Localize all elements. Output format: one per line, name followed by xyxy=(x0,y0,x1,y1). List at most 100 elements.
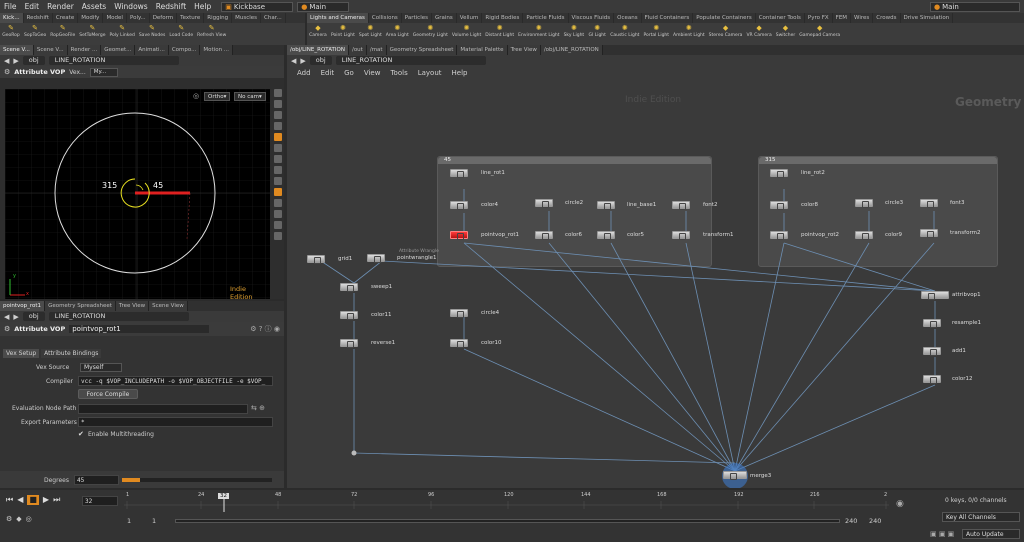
display-option-icon[interactable] xyxy=(274,199,282,207)
node-color8[interactable] xyxy=(770,201,788,210)
status-icons[interactable]: ▣ ▣ ▣ xyxy=(930,530,954,538)
viewport-tab[interactable]: Scene V... xyxy=(33,45,68,55)
key-all-channels-dropdown[interactable]: Key All Channels xyxy=(942,512,1020,522)
parameter-tab[interactable]: pointvop_rot1 xyxy=(0,301,46,311)
node-color11[interactable] xyxy=(340,311,358,320)
multithreading-checkbox[interactable]: ✔ xyxy=(78,430,84,438)
node-pointvop-rot1[interactable] xyxy=(450,231,468,240)
shelf-tab[interactable]: Drive Simulation xyxy=(901,13,954,23)
node-chooser-icon[interactable]: ⇆ ⊕ xyxy=(251,404,265,412)
display-option-icon[interactable] xyxy=(274,111,282,119)
vex-source-dropdown[interactable]: Myself xyxy=(80,363,122,372)
shelf-tab[interactable]: Create xyxy=(53,13,79,23)
forward-arrow-icon[interactable]: ▶ xyxy=(13,57,18,65)
timeline-frame-marker[interactable]: 32 xyxy=(218,493,229,499)
shelf-tab[interactable]: Grains xyxy=(432,13,457,23)
auto-update-dropdown[interactable]: Auto Update xyxy=(962,529,1020,539)
path-obj[interactable]: obj xyxy=(22,312,45,321)
node-reverse1[interactable] xyxy=(340,339,358,348)
shelf-tab[interactable]: Collisions xyxy=(369,13,402,23)
view-dropdown[interactable]: Ortho ▾ xyxy=(204,92,230,101)
network-menu-view[interactable]: View xyxy=(364,69,381,77)
node-pointwrangle1[interactable] xyxy=(367,254,385,263)
display-option-icon[interactable] xyxy=(274,210,282,218)
camera-dropdown[interactable]: No cam ▾ xyxy=(234,92,266,101)
node-font3[interactable] xyxy=(920,199,938,208)
node-pointvop-rot2[interactable] xyxy=(770,231,788,240)
range-end-2[interactable]: 240 xyxy=(869,517,881,525)
parameter-tab[interactable]: Tree View xyxy=(115,301,150,311)
desktop-dropdown[interactable]: ▣ Kickbase xyxy=(221,1,294,12)
node-grid1[interactable] xyxy=(307,255,325,264)
path-node[interactable]: LINE_ROTATION xyxy=(48,312,189,321)
forward-arrow-icon[interactable]: ▶ xyxy=(13,313,18,321)
parameter-tab[interactable]: Geometry Spreadsheet xyxy=(45,301,116,311)
shelf-tab[interactable]: Redshift xyxy=(24,13,53,23)
tool-spot-light[interactable]: ✺ Spot Light xyxy=(357,23,384,45)
display-option-icon[interactable] xyxy=(274,166,282,174)
tool-georop[interactable]: ✎ GeoRop xyxy=(0,23,22,45)
display-option-icon[interactable] xyxy=(274,122,282,130)
display-option-icon[interactable] xyxy=(274,144,282,152)
display-option-icon[interactable] xyxy=(274,100,282,108)
node-color4[interactable] xyxy=(450,201,468,210)
node-attribvop1[interactable] xyxy=(921,291,949,300)
node-color10[interactable] xyxy=(450,339,468,348)
node-color9[interactable] xyxy=(855,231,873,240)
tool-stereo-camera[interactable]: ◆ Stereo Camera xyxy=(707,23,745,45)
shelf-tab[interactable]: Container Tools xyxy=(756,13,805,23)
node-transform1[interactable] xyxy=(672,231,690,240)
tool-soptogeo[interactable]: ✎ SopToGeo xyxy=(22,23,48,45)
network-canvas[interactable]: Indie Edition Geometry 45 315 line_rot1 … xyxy=(287,91,1024,488)
shelf-tab[interactable]: Lights and Cameras xyxy=(307,13,369,23)
tool-distant-light[interactable]: ✺ Distant Light xyxy=(483,23,516,45)
shelf-tab[interactable]: Modify xyxy=(78,13,104,23)
tool-ropgeofile[interactable]: ✎ RopGeoFile xyxy=(48,23,77,45)
tool-sky-light[interactable]: ✺ Sky Light xyxy=(562,23,587,45)
range-start-2[interactable]: 1 xyxy=(152,517,156,525)
node-line-base1[interactable] xyxy=(597,201,615,210)
back-arrow-icon[interactable]: ◀ xyxy=(4,57,9,65)
node-resample1[interactable] xyxy=(923,319,941,328)
shelf-tab[interactable]: Muscles xyxy=(232,13,262,23)
shelf-tab[interactable]: Kick... xyxy=(0,13,24,23)
tool-portal-light[interactable]: ✺ Portal Light xyxy=(641,23,671,45)
tool-geometry-light[interactable]: ✺ Geometry Light xyxy=(411,23,450,45)
range-end[interactable]: 240 xyxy=(845,517,857,525)
node-color5[interactable] xyxy=(597,231,615,240)
camera-lock-icon[interactable]: ◎ xyxy=(193,92,199,100)
path-obj[interactable]: obj xyxy=(309,56,332,65)
context-dropdown[interactable]: ● Main xyxy=(297,1,350,12)
tool-settomerge[interactable]: ✎ SetToMerge xyxy=(77,23,107,45)
network-tab[interactable]: /obj/LINE_ROTATION xyxy=(287,45,349,55)
realtime-icon[interactable]: ⚙ xyxy=(6,515,12,523)
keyframe-icon[interactable]: ◆ xyxy=(16,515,21,523)
tool-poly-linked[interactable]: ✎ Poly Linked xyxy=(107,23,136,45)
viewport-canvas[interactable]: 315 45 Indie Edition y x ◎ Ortho ▾ No cam… xyxy=(5,89,270,301)
tool-gamepad-camera[interactable]: ◆ Gamepad Camera xyxy=(797,23,842,45)
shelf-tab[interactable]: Populate Containers xyxy=(693,13,756,23)
shelf-tab[interactable]: Model xyxy=(103,13,127,23)
shelf-tab[interactable]: Particle Fluids xyxy=(523,13,569,23)
shelf-tab[interactable]: Oceans xyxy=(614,13,642,23)
tool-environment-light[interactable]: ✺ Environment Light xyxy=(516,23,561,45)
network-menu-go[interactable]: Go xyxy=(344,69,354,77)
audio-icon[interactable]: ◉ xyxy=(896,499,904,509)
display-option-icon[interactable] xyxy=(274,133,282,141)
tool-caustic-light[interactable]: ✺ Caustic Light xyxy=(608,23,641,45)
network-tab[interactable]: /obj/LINE_ROTATION xyxy=(540,45,603,55)
network-menu-add[interactable]: Add xyxy=(297,69,311,77)
menu-redshift[interactable]: Redshift xyxy=(152,2,190,11)
shelf-tab[interactable]: Viscous Fluids xyxy=(569,13,615,23)
tool-refresh-view[interactable]: ✎ Refresh View xyxy=(195,23,228,45)
shelf-tab[interactable]: Rigging xyxy=(204,13,233,23)
node-line-rot1[interactable] xyxy=(450,169,468,178)
network-tab[interactable]: Geometry Spreadsheet xyxy=(386,45,458,55)
compiler-field[interactable]: vcc -q $VOP_INCLUDEPATH -o $VOP_OBJECTFI… xyxy=(78,376,273,386)
shelf-tab[interactable]: FEM xyxy=(833,13,852,23)
shelf-tab[interactable]: Crowds xyxy=(873,13,901,23)
shelf-tab[interactable]: Fluid Containers xyxy=(642,13,694,23)
viewport-tab[interactable]: Animati... xyxy=(135,45,169,55)
context-dropdown-right[interactable]: ● Main xyxy=(930,1,1020,12)
skip-start-icon[interactable]: ⏮ xyxy=(6,495,13,505)
